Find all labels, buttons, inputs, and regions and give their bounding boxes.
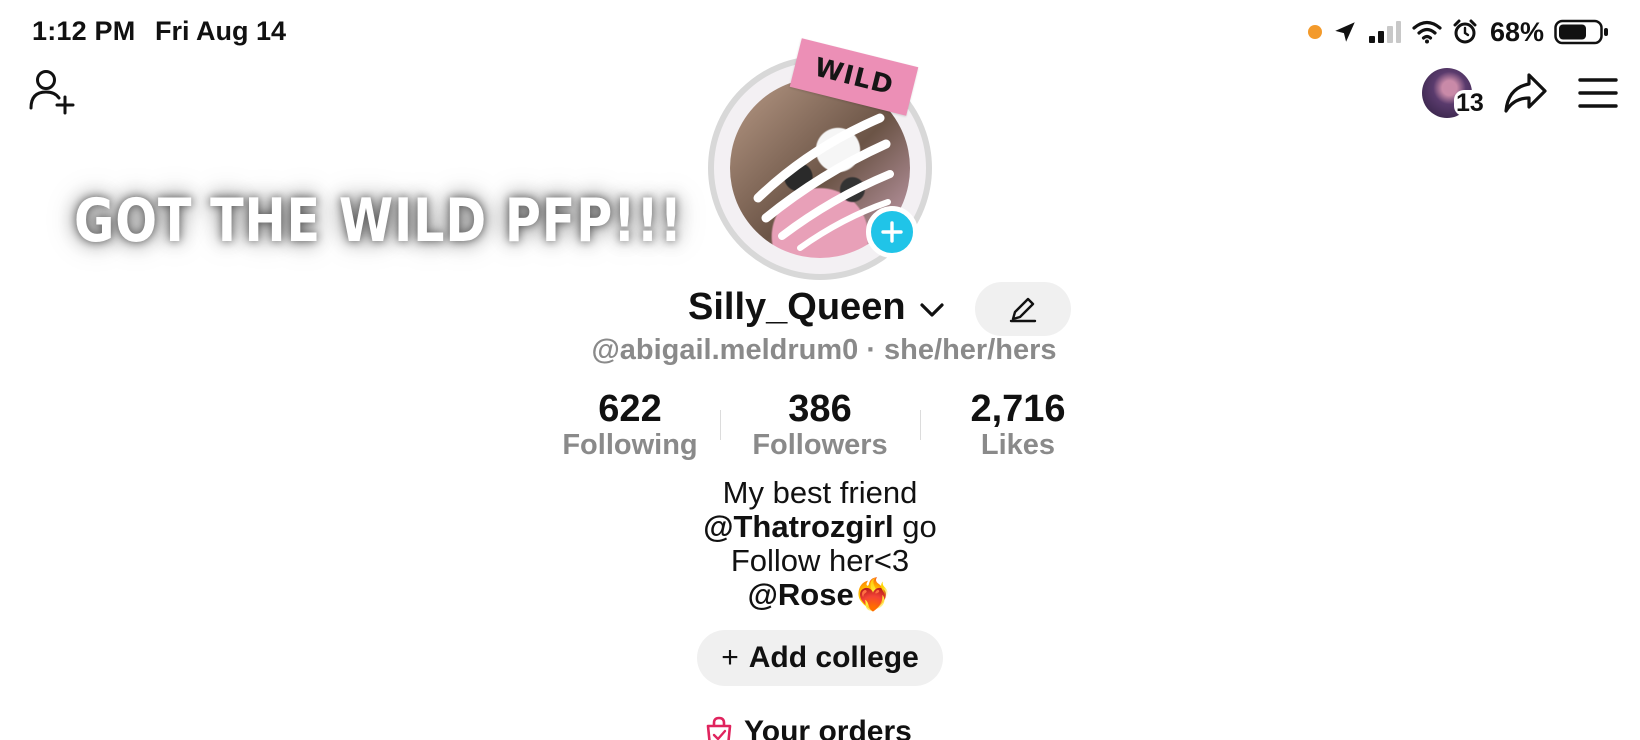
bio-line: @Thatrozgirl go [0,510,1640,544]
profile-picture[interactable]: WILD [708,38,932,280]
bio-mention[interactable]: @Rose [748,577,854,612]
alarm-icon [1453,19,1477,44]
username[interactable]: Silly_Queen [688,286,906,329]
orders-label: Your orders [744,715,912,740]
add-friend-button[interactable] [28,68,78,116]
stat-following[interactable]: 622 Following [540,390,720,462]
stat-value: 622 [598,388,662,430]
stat-value: 2,716 [970,388,1066,430]
battery-icon [1554,19,1608,45]
stat-label: Likes [980,429,1056,461]
chevron-down-icon[interactable] [918,298,946,322]
bio-line: Follow her<3 [730,543,910,578]
add-college-label: Add college [748,641,919,674]
plus-icon: + [721,641,739,674]
battery-percent: 68% [1489,16,1544,47]
profile-bio: My best friend @Thatrozgirl go Follow he… [0,476,1640,612]
edit-profile-button[interactable] [975,282,1071,336]
share-arrow-icon[interactable] [1502,72,1548,114]
handle-separator: · [858,334,885,366]
your-orders-link[interactable]: Your orders [704,712,912,740]
bio-text: go [893,509,937,544]
wifi-icon [1412,20,1442,44]
handle-row: @abigail.meldrum0 · she/her/hers [0,334,1640,367]
story-avatar-button[interactable]: 13 [1422,68,1486,118]
notification-count: 13 [1454,89,1486,117]
bio-line: @Rose❤️‍🔥 [0,578,1640,612]
status-date: Fri Aug 14 [155,16,287,46]
stat-label: Following [562,429,698,461]
user-handle: @abigail.meldrum0 [591,334,859,366]
add-story-button[interactable] [866,206,918,258]
add-college-button[interactable]: + Add college [697,630,943,686]
username-row: Silly_Queen [0,282,1640,338]
plus-icon [881,221,903,243]
status-indicators: 68% [1307,14,1610,50]
shopping-bag-icon [706,716,732,740]
stat-divider [720,410,721,440]
pencil-icon [1009,297,1037,323]
mic-indicator-dot [1307,25,1322,39]
stat-divider [920,410,921,440]
status-time: 1:12 PM [32,16,136,46]
stat-value: 386 [788,388,852,430]
person-add-icon [29,70,75,115]
profile-stats: 622 Following 386 Followers 2,716 Likes [540,390,1100,462]
stat-likes[interactable]: 2,716 Likes [928,390,1108,462]
overlay-caption: GOT THE WILD PFP!!! [74,186,683,256]
bio-line: My best friend [722,475,918,510]
bio-mention[interactable]: @Thatrozgirl [703,509,893,544]
cellular-signal-icon [1368,21,1401,43]
stat-label: Followers [752,429,888,461]
top-right-controls: 13 [1422,66,1618,120]
heart-on-fire-emoji: ❤️‍🔥 [853,577,893,612]
location-icon [1335,22,1355,42]
hamburger-menu-icon[interactable] [1578,76,1618,110]
pronouns: she/her/hers [884,334,1057,366]
stat-followers[interactable]: 386 Followers [730,390,910,462]
